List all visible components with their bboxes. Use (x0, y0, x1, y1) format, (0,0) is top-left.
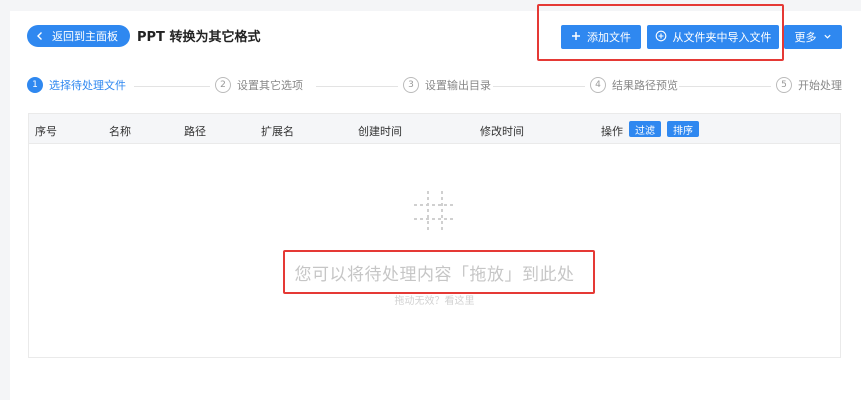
file-table[interactable]: 序号 名称 路径 扩展名 创建时间 修改时间 操作 过滤 排序 您可以将待处理内… (28, 113, 841, 358)
step-connector (679, 86, 771, 87)
chevron-down-icon (823, 31, 832, 44)
column-header-index: 序号 (35, 125, 57, 138)
step-result-preview[interactable]: 4 结果路径预览 (590, 77, 678, 93)
more-button[interactable]: 更多 (784, 25, 842, 49)
drag-help-link[interactable]: 拖动无效？看这里 (29, 292, 840, 307)
step-connector (493, 86, 585, 87)
step-connector (134, 86, 210, 87)
plus-icon (571, 31, 581, 44)
step-other-options[interactable]: 2 设置其它选项 (215, 77, 303, 93)
add-file-button[interactable]: 添加文件 (561, 25, 641, 49)
column-header-path: 路径 (184, 125, 206, 138)
add-file-label: 添加文件 (587, 31, 631, 44)
import-from-folder-button[interactable]: 从文件夹中导入文件 (647, 25, 779, 49)
column-header-name: 名称 (109, 125, 131, 138)
filter-button[interactable]: 过滤 (629, 121, 661, 137)
column-header-extension: 扩展名 (261, 125, 294, 138)
table-header: 序号 名称 路径 扩展名 创建时间 修改时间 操作 过滤 排序 (29, 114, 840, 144)
step-output-directory[interactable]: 3 设置输出目录 (403, 77, 491, 93)
step-number: 2 (215, 77, 231, 93)
step-label: 设置其它选项 (237, 79, 303, 92)
step-number: 4 (590, 77, 606, 93)
drop-zone-icon (412, 189, 458, 233)
main-panel: 返回到主面板 PPT 转换为其它格式 添加文件 从文件夹中导入文件 更多 1 选… (10, 4, 861, 400)
chevron-left-icon (33, 29, 47, 43)
column-header-created: 创建时间 (358, 125, 402, 138)
step-number: 3 (403, 77, 419, 93)
step-label: 开始处理 (798, 79, 842, 92)
step-label: 选择待处理文件 (49, 79, 126, 92)
step-number: 1 (27, 77, 43, 93)
step-label: 设置输出目录 (425, 79, 491, 92)
import-folder-label: 从文件夹中导入文件 (672, 31, 772, 44)
page-title: PPT 转换为其它格式 (137, 30, 261, 45)
sort-button[interactable]: 排序 (667, 121, 699, 137)
back-button-label: 返回到主面板 (52, 30, 118, 43)
step-start-processing[interactable]: 5 开始处理 (776, 77, 842, 93)
back-to-dashboard-button[interactable]: 返回到主面板 (27, 25, 130, 47)
column-header-modified: 修改时间 (480, 125, 524, 138)
step-select-files[interactable]: 1 选择待处理文件 (27, 77, 126, 93)
drop-zone-text: 您可以将待处理内容「拖放」到此处 (294, 265, 575, 285)
step-connector (316, 86, 398, 87)
more-label: 更多 (794, 31, 817, 44)
column-header-actions: 操作 (601, 125, 623, 138)
circle-plus-icon (655, 30, 667, 45)
step-label: 结果路径预览 (612, 79, 678, 92)
step-number: 5 (776, 77, 792, 93)
